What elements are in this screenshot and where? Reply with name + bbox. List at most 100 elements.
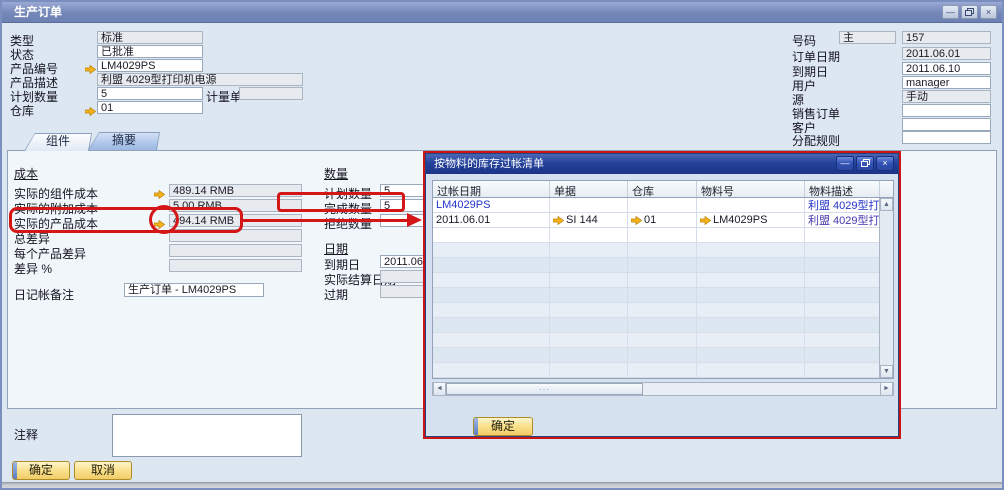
customer-field[interactable] [902,118,991,131]
empty-table-row[interactable] [433,333,893,348]
user-field[interactable]: manager [902,76,991,89]
sales-order-field[interactable] [902,104,991,117]
popup-close-button[interactable]: × [876,156,894,171]
order-date-field[interactable]: 2011.06.01 [902,47,991,60]
due-date-field[interactable]: 2011.06.10 [902,62,991,75]
item-no-link-arrow-icon[interactable] [85,61,96,70]
table-cell[interactable] [550,198,628,213]
popup-ok-button[interactable]: 确定 [473,417,533,436]
empty-cell [433,273,550,288]
link-arrow-icon[interactable] [700,216,711,225]
table-cell[interactable]: LM4029PS [433,198,550,213]
warehouse-label: 仓库 [10,102,34,119]
empty-cell [550,243,628,258]
journal-remarks-field[interactable]: 生产订单 - LM4029PS [124,283,264,297]
link-arrow-icon[interactable] [553,216,564,225]
table-row[interactable]: 2011.06.01SI 144 01 LM4029PS利盟 4029型打印 [433,213,893,228]
planned-qty-field[interactable]: 5 [97,87,203,100]
window-bottom-frame [2,482,1002,488]
column-header[interactable]: 仓库 [628,181,697,197]
vertical-scrollbar[interactable]: ▲▼ [879,198,893,378]
status-field[interactable]: 已批准 [97,45,203,58]
table-cell[interactable]: LM4029PS [697,213,805,228]
column-header[interactable]: 物料描述 [805,181,880,197]
empty-table-row[interactable] [433,228,893,243]
empty-cell [433,363,550,378]
empty-cell [805,258,880,273]
actual-component-cost-field[interactable]: 489.14 RMB [169,184,302,197]
warehouse-link-arrow-icon[interactable] [85,103,96,112]
table-cell[interactable] [628,198,697,213]
minimize-button[interactable]: — [942,5,959,19]
table-cell[interactable]: 利盟 4029型打印 [805,213,880,228]
scrollbar-thumb[interactable]: ··· [446,383,643,395]
header-spacer [880,181,893,197]
completed-qty-field[interactable]: 5 [380,199,427,212]
empty-cell [697,318,805,333]
item-no-field[interactable]: LM4029PS [97,59,203,72]
actual-component-cost-link-arrow-icon[interactable] [154,186,165,195]
empty-cell [550,273,628,288]
variance-pct-field[interactable] [169,259,302,272]
scroll-right-icon[interactable]: ► [880,383,893,395]
actual-product-cost-field[interactable]: 494.14 RMB [169,214,302,227]
cancel-button[interactable]: 取消 [74,461,132,480]
empty-table-row[interactable] [433,258,893,273]
actual-closing-date-field[interactable] [380,270,427,283]
scroll-left-icon[interactable]: ◄ [433,383,446,395]
close-button[interactable]: × [980,5,997,19]
empty-table-row[interactable] [433,363,893,378]
remarks-input[interactable] [112,414,302,457]
due-date-sum-field[interactable]: 2011.06.1 [380,255,427,268]
type-field[interactable]: 标准 [97,31,203,44]
warehouse-field[interactable]: 01 [97,101,203,114]
cell-text: 利盟 4029型打印 [808,213,880,228]
popup-maximize-button[interactable] [856,156,874,171]
title-bar[interactable]: 生产订单 — × [2,2,1002,23]
horizontal-scrollbar[interactable]: ◄ ··· ► [432,382,894,396]
table-cell[interactable]: 2011.06.01 [433,213,550,228]
ok-button[interactable]: 确定 [12,461,70,480]
item-desc-field[interactable]: 利盟 4029型打印机电源 [97,73,303,86]
tab-summary[interactable]: 摘要 [88,132,160,150]
empty-table-row[interactable] [433,318,893,333]
cell-text: 01 [644,214,656,226]
distribution-rule-field[interactable] [902,131,991,144]
empty-cell [628,303,697,318]
table-cell[interactable]: SI 144 [550,213,628,228]
planned-qty-sum-field[interactable]: 5 [380,184,427,197]
column-header[interactable]: 物料号 [697,181,805,197]
column-header[interactable]: 单据 [550,181,628,197]
empty-table-row[interactable] [433,288,893,303]
planned-qty-uom-field[interactable] [239,87,303,100]
empty-cell [697,303,805,318]
empty-table-row[interactable] [433,243,893,258]
scroll-down-icon[interactable]: ▼ [880,365,893,378]
scroll-up-icon[interactable]: ▲ [880,198,893,211]
empty-cell [697,363,805,378]
popup-title-bar[interactable]: 按物料的库存过帐清单 — × [426,154,898,174]
variance-per-product-field[interactable] [169,244,302,257]
popup-minimize-button[interactable]: — [836,156,854,171]
doc-num-field[interactable]: 157 [902,31,991,44]
posting-list-table: 过帐日期单据仓库物料号物料描述LM4029PS利盟 4029型打印2011.06… [432,180,894,379]
origin-field[interactable]: 手动 [902,90,991,103]
table-cell[interactable]: 利盟 4029型打印 [805,198,880,213]
table-cell[interactable]: 01 [628,213,697,228]
link-arrow-icon[interactable] [631,216,642,225]
empty-cell [433,288,550,303]
empty-table-row[interactable] [433,303,893,318]
table-cell[interactable] [697,198,805,213]
restore-button[interactable] [961,5,978,19]
table-row[interactable]: LM4029PS 利盟 4029型打印 [433,198,893,213]
empty-table-row[interactable] [433,348,893,363]
rejected-qty-field[interactable] [380,214,427,227]
tab-components[interactable]: 组件 [24,133,92,151]
column-header[interactable]: 过帐日期 [433,181,550,197]
doc-num-series-field[interactable]: 主 [839,31,896,44]
total-variance-field[interactable] [169,229,302,242]
overdue-field[interactable] [380,285,427,298]
actual-product-cost-link-arrow-icon[interactable] [154,216,165,225]
actual-additional-cost-field[interactable]: 5.00 RMB [169,199,302,212]
empty-table-row[interactable] [433,273,893,288]
